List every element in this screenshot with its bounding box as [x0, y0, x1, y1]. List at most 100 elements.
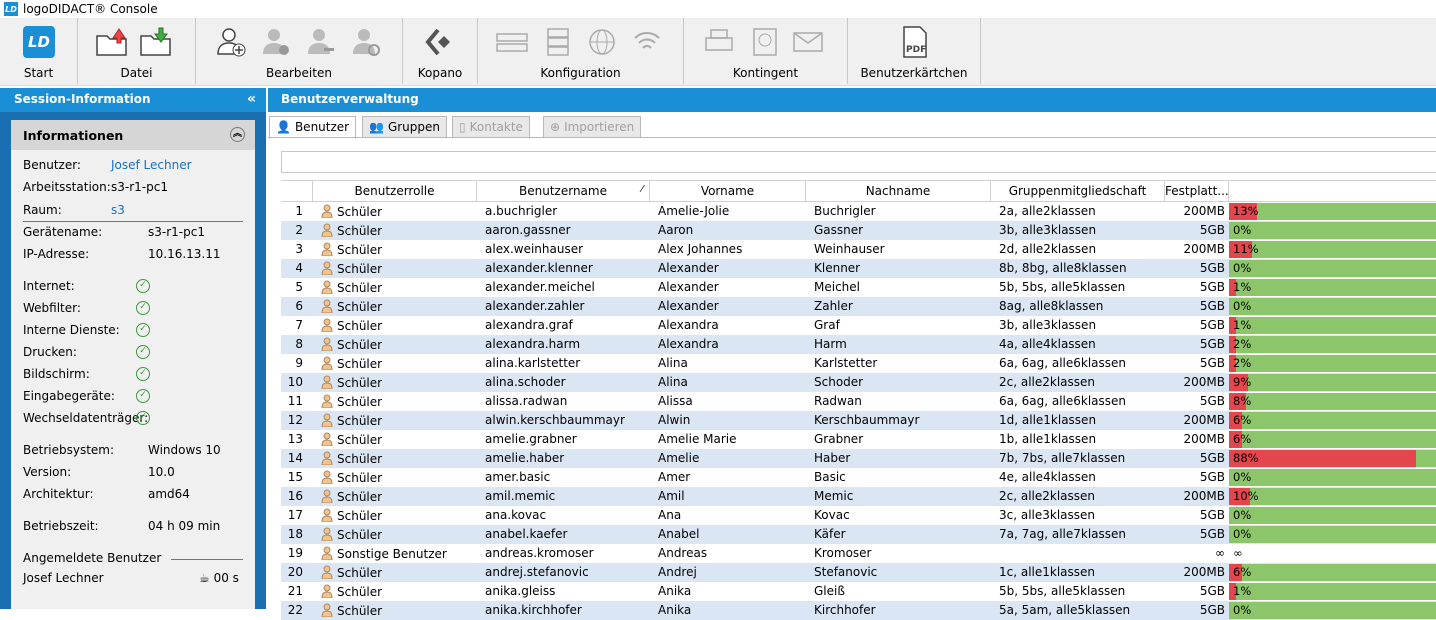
table-row[interactable]: 11 alissa.radwan Alissa Radwan 6a, 6ag, alle…	[281, 392, 1436, 411]
check-icon: ✓	[136, 301, 150, 315]
role-label: Schüler	[337, 281, 383, 295]
header-benutzername[interactable]: Benutzername ⁄	[477, 181, 650, 201]
tab-kontakte[interactable]: ▯ Kontakte	[452, 116, 530, 138]
quota-percent: 1%	[1233, 318, 1252, 332]
table-row[interactable]: 7 alexandra.graf Alexandra Graf 3b, alle3kla…	[281, 316, 1436, 335]
raum-link[interactable]: s3	[111, 203, 125, 217]
cell-lastname: Basic	[814, 470, 846, 484]
cell-role: Schüler	[321, 204, 476, 219]
cell-role: Schüler	[321, 527, 476, 542]
wifi-icon	[634, 32, 660, 49]
user-role-icon	[321, 242, 333, 256]
table-row[interactable]: 19 andreas.kromoser Andreas Kromoser Sonstig…	[281, 544, 1436, 563]
tab-importieren[interactable]: ⊕ Importieren	[543, 116, 642, 138]
label: Internet:	[23, 279, 75, 293]
cell-firstname: Aaron	[658, 223, 694, 237]
network-config-button[interactable]	[494, 24, 530, 60]
group-start: LD Start	[0, 18, 78, 84]
quota-percent: 1%	[1233, 584, 1252, 598]
cell-firstname: Alissa	[658, 394, 693, 408]
table-row[interactable]: 8 alexandra.harm Alexandra Harm 4a, alle4kla…	[281, 335, 1436, 354]
row-bildschirm: Bildschirm:	[23, 367, 90, 381]
benutzer-link[interactable]: Josef Lechner	[111, 158, 192, 172]
tab-label: Importieren	[564, 120, 635, 134]
header-rownum	[281, 181, 313, 201]
table-row[interactable]: 6 alexander.zahler Alexander Zahler 8ag, all…	[281, 297, 1436, 316]
cell-username: andrej.stefanovic	[485, 565, 589, 579]
print-quota-button[interactable]	[702, 24, 738, 60]
cell-username: amil.memic	[485, 489, 556, 503]
table-row[interactable]: 20 andrej.stefanovic Andrej Stefanovic 1c, a…	[281, 563, 1436, 582]
cell-groups: 7b, 7bs, alle7klassen	[999, 451, 1126, 465]
cell-groups: 2c, alle2klassen	[999, 375, 1096, 389]
folder-export-icon	[96, 28, 127, 56]
cell-role: Schüler	[321, 261, 476, 276]
mail-quota-button[interactable]	[790, 24, 826, 60]
quota-usage-bar: 0%	[1229, 222, 1436, 239]
table-row[interactable]: 2 aaron.gassner Aaron Gassner 3b, alle3klass…	[281, 221, 1436, 240]
wifi-config-button[interactable]	[629, 24, 665, 60]
table-row[interactable]: 10 alina.schoder Alina Schoder 2c, alle2klas…	[281, 373, 1436, 392]
role-label: Schüler	[337, 414, 383, 428]
internet-config-button[interactable]	[584, 24, 620, 60]
table-row[interactable]: 16 amil.memic Amil Memic 2c, alle2klassen Sch…	[281, 487, 1436, 506]
cell-groups: 1c, alle1klassen	[999, 565, 1096, 579]
table-row[interactable]: 13 amelie.grabner Amelie Marie Grabner 1b, a…	[281, 430, 1436, 449]
header-festplatte[interactable]: Festplatt...	[1165, 181, 1229, 201]
disk-quota-button[interactable]	[747, 24, 783, 60]
kopano-button[interactable]	[422, 24, 458, 60]
cell-role: Schüler	[321, 280, 476, 295]
row-number: 22	[287, 603, 303, 617]
collapse-section-icon[interactable]: ︽	[230, 127, 245, 142]
collapse-panel-icon[interactable]: «	[247, 91, 256, 107]
cell-groups: 3b, alle3klassen	[999, 318, 1097, 332]
export-button[interactable]	[94, 24, 130, 60]
table-row[interactable]: 18 anabel.kaefer Anabel Käfer 7a, 7ag, alle7…	[281, 525, 1436, 544]
import-button[interactable]	[138, 24, 174, 60]
table-row[interactable]: 12 alwin.kerschbaummayr Alwin Kerschbaummay…	[281, 411, 1436, 430]
cell-lastname: Gleiß	[814, 584, 845, 598]
header-benutzerrolle[interactable]: Benutzerrolle	[313, 181, 477, 201]
kopano-label: Kopano	[417, 66, 463, 80]
table-row[interactable]: 1 a.buchrigler Amelie-Jolie Buchrigler 2a, a…	[281, 202, 1436, 221]
user-settings-button[interactable]	[258, 24, 294, 60]
cell-role: Schüler	[321, 565, 476, 580]
user-role-icon	[321, 489, 333, 503]
start-button[interactable]: LD	[21, 24, 57, 60]
header-vorname[interactable]: Vorname	[650, 181, 806, 201]
table-header: Benutzerrolle Benutzername ⁄ Vorname Nach…	[281, 180, 1436, 202]
tab-gruppen[interactable]: 👥 Gruppen	[362, 116, 448, 138]
table-row[interactable]: 21 anika.gleiss Anika Gleiß 5b, 5bs, alle5kl…	[281, 582, 1436, 601]
table-row[interactable]: 17 ana.kovac Ana Kovac 3c, alle3klassen Schül…	[281, 506, 1436, 525]
printer-icon	[705, 29, 733, 51]
cell-firstname: Alexander	[658, 280, 719, 294]
row-number: 15	[287, 470, 303, 484]
server-config-button[interactable]	[540, 24, 576, 60]
header-gruppen[interactable]: Gruppenmitgliedschaft	[991, 181, 1165, 201]
cell-groups: 4e, alle4klassen	[999, 470, 1096, 484]
table-row[interactable]: 14 amelie.haber Amelie Haber 7b, 7bs, alle7k…	[281, 449, 1436, 468]
filter-input[interactable]	[281, 151, 1436, 173]
cell-lastname: Karlstetter	[814, 356, 878, 370]
table-row[interactable]: 4 alexander.klenner Alexander Klenner 8b, 8b…	[281, 259, 1436, 278]
quota-percent: 0%	[1233, 470, 1252, 484]
quota-percent: 0%	[1233, 603, 1252, 617]
user-password-button[interactable]	[348, 24, 384, 60]
cell-groups: 2c, alle2klassen	[999, 489, 1096, 503]
table-row[interactable]: 3 alex.weinhauser Alex Johannes Weinhauser 2…	[281, 240, 1436, 259]
table-row[interactable]: 15 amer.basic Amer Basic 4e, alle4klassen Sch…	[281, 468, 1436, 487]
label: Bildschirm:	[23, 367, 90, 381]
pdf-cards-button[interactable]: PDF	[897, 24, 933, 60]
idle-time: ☕ 00 s	[199, 571, 239, 585]
remove-user-button[interactable]	[303, 24, 339, 60]
tab-label: Kontakte	[469, 120, 523, 134]
tab-benutzer[interactable]: 👤 Benutzer	[269, 116, 357, 139]
cell-firstname: Amelie	[658, 451, 700, 465]
cell-quota: 5GB	[1199, 223, 1225, 237]
table-row[interactable]: 5 alexander.meichel Alexander Meichel 5b, 5b…	[281, 278, 1436, 297]
cell-username: alwin.kerschbaummayr	[485, 413, 625, 427]
table-row[interactable]: 22 anika.kirchhofer Anika Kirchhofer 5a, 5am…	[281, 601, 1436, 620]
add-user-button[interactable]	[213, 24, 249, 60]
header-nachname[interactable]: Nachname	[806, 181, 991, 201]
table-row[interactable]: 9 alina.karlstetter Alina Karlstetter 6a, 6a…	[281, 354, 1436, 373]
